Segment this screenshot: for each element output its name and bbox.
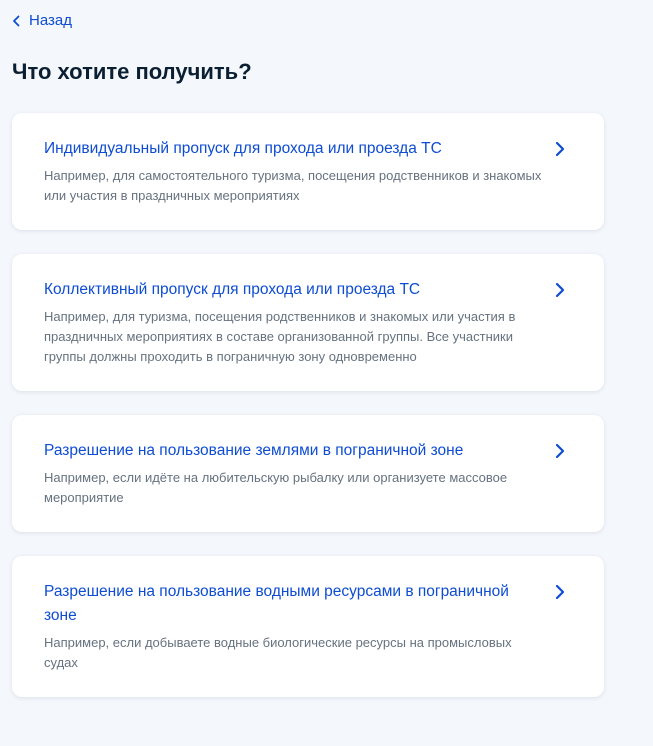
options-list: Индивидуальный пропуск для прохода или п…	[12, 113, 604, 697]
back-link[interactable]: Назад	[12, 11, 72, 31]
option-title: Разрешение на пользование землями в погр…	[44, 442, 464, 459]
option-card-collective-pass[interactable]: Коллективный пропуск для прохода или про…	[12, 254, 604, 391]
option-card-individual-pass[interactable]: Индивидуальный пропуск для прохода или п…	[12, 113, 604, 230]
page-title: Что хотите получить?	[12, 59, 252, 84]
chevron-right-icon	[555, 443, 565, 459]
option-description: Например, если добываете водные биологич…	[44, 635, 512, 670]
option-description: Например, если идёте на любительскую рыб…	[44, 470, 508, 505]
chevron-right-icon	[555, 141, 565, 157]
option-card-water-use-permit[interactable]: Разрешение на пользование водными ресурс…	[12, 556, 604, 697]
option-description: Например, для самостоятельного туризма, …	[44, 168, 542, 203]
option-title: Коллективный пропуск для прохода или про…	[44, 281, 421, 298]
option-card-land-use-permit[interactable]: Разрешение на пользование землями в погр…	[12, 415, 604, 532]
option-title: Индивидуальный пропуск для прохода или п…	[44, 140, 442, 157]
option-description: Например, для туризма, посещения родстве…	[44, 309, 516, 364]
option-title: Разрешение на пользование водными ресурс…	[44, 583, 509, 624]
chevron-right-icon	[555, 282, 565, 298]
back-link-label: Назад	[29, 12, 72, 29]
chevron-right-icon	[555, 584, 565, 600]
chevron-left-icon	[13, 15, 20, 27]
